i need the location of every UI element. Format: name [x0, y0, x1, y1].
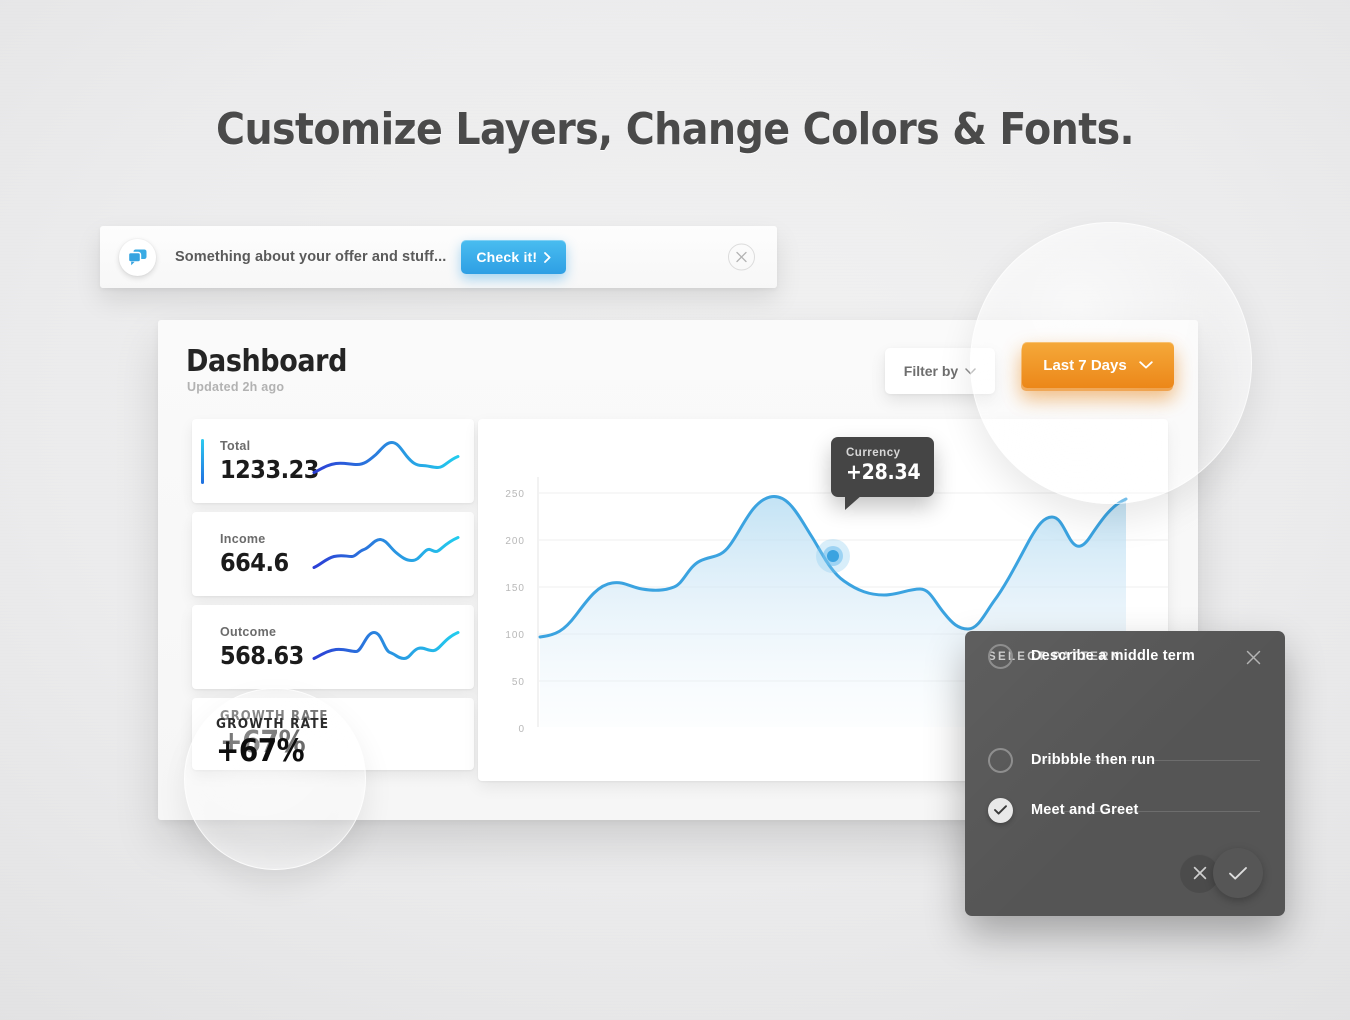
stat-label: Total — [220, 438, 251, 453]
svg-text:250: 250 — [505, 489, 525, 500]
dashboard-title: Dashboard — [186, 344, 348, 379]
radio-unchecked-icon[interactable] — [988, 747, 1013, 773]
chat-bubble-icon — [119, 238, 156, 276]
check-it-label: Check it! — [476, 249, 538, 265]
stat-value: 568.63 — [220, 640, 304, 670]
stat-card-outcome[interactable]: Outcome 568.63 — [192, 605, 474, 689]
magnified-growth-rate: GROWTH RATE +67% — [216, 716, 329, 769]
accent-bar — [201, 439, 204, 484]
stat-label: Outcome — [220, 624, 277, 639]
svg-text:150: 150 — [505, 583, 525, 594]
select-pattern-panel: SELECT PATTERN Dribbble then run Meet an… — [965, 631, 1285, 916]
svg-text:50: 50 — [512, 677, 525, 688]
page-title: Customize Layers, Change Colors & Fonts. — [216, 104, 1135, 155]
notification-message: Something about your offer and stuff... — [175, 249, 447, 265]
notification-bar: Something about your offer and stuff... … — [100, 226, 777, 288]
close-icon — [1193, 866, 1206, 880]
magnified-growth-rate-value: +67% — [216, 733, 305, 769]
chevron-down-icon — [1138, 361, 1153, 369]
close-icon — [736, 251, 747, 263]
select-pattern-actions — [1180, 848, 1263, 898]
sparkline-total — [312, 435, 460, 488]
check-it-button[interactable]: Check it! — [461, 240, 567, 274]
notification-close-button[interactable] — [728, 243, 755, 271]
chart-highlight-point — [816, 539, 850, 573]
y-axis-tick-labels: 250 200 150 100 50 0 — [505, 489, 525, 735]
tooltip-value: +28.34 — [846, 460, 921, 484]
magnified-date-range-label: Last 7 Days — [1043, 356, 1127, 374]
svg-text:200: 200 — [505, 536, 525, 547]
stat-value: 1233.23 — [220, 454, 319, 484]
radio-unchecked-icon[interactable] — [988, 643, 1013, 669]
svg-text:0: 0 — [518, 724, 525, 735]
option-divider — [1042, 811, 1260, 812]
chevron-right-icon — [544, 251, 551, 263]
tooltip-label: Currency — [846, 447, 901, 459]
pattern-option-2[interactable]: Meet and Greet — [988, 785, 1260, 835]
pattern-option-label: Meet and Greet — [1031, 802, 1139, 818]
stat-card-total[interactable]: Total 1233.23 — [192, 419, 474, 503]
stat-label: Income — [220, 531, 266, 546]
dashboard-subtitle: Updated 2h ago — [187, 380, 285, 394]
pattern-option-label: Describe a middle term — [1031, 648, 1195, 664]
sparkline-outcome — [312, 621, 460, 674]
option-divider — [1042, 760, 1260, 761]
check-icon — [994, 805, 1007, 815]
stat-value: 664.6 — [220, 547, 289, 577]
sparkline-income — [312, 528, 460, 581]
check-icon — [1229, 866, 1247, 880]
filter-by-dropdown[interactable]: Filter by — [885, 348, 995, 394]
stat-card-income[interactable]: Income 664.6 — [192, 512, 474, 596]
pattern-option-3[interactable]: Describe a middle term — [988, 631, 1260, 681]
magnified-date-range-dropdown[interactable]: Last 7 Days — [1022, 342, 1174, 388]
confirm-button[interactable] — [1213, 848, 1263, 898]
filter-by-label: Filter by — [903, 363, 959, 379]
radio-checked-icon[interactable] — [988, 797, 1013, 823]
chevron-down-icon — [965, 367, 976, 374]
chart-tooltip: Currency +28.34 — [831, 437, 934, 510]
magnified-growth-rate-label: GROWTH RATE — [216, 716, 330, 732]
svg-text:100: 100 — [505, 630, 525, 641]
